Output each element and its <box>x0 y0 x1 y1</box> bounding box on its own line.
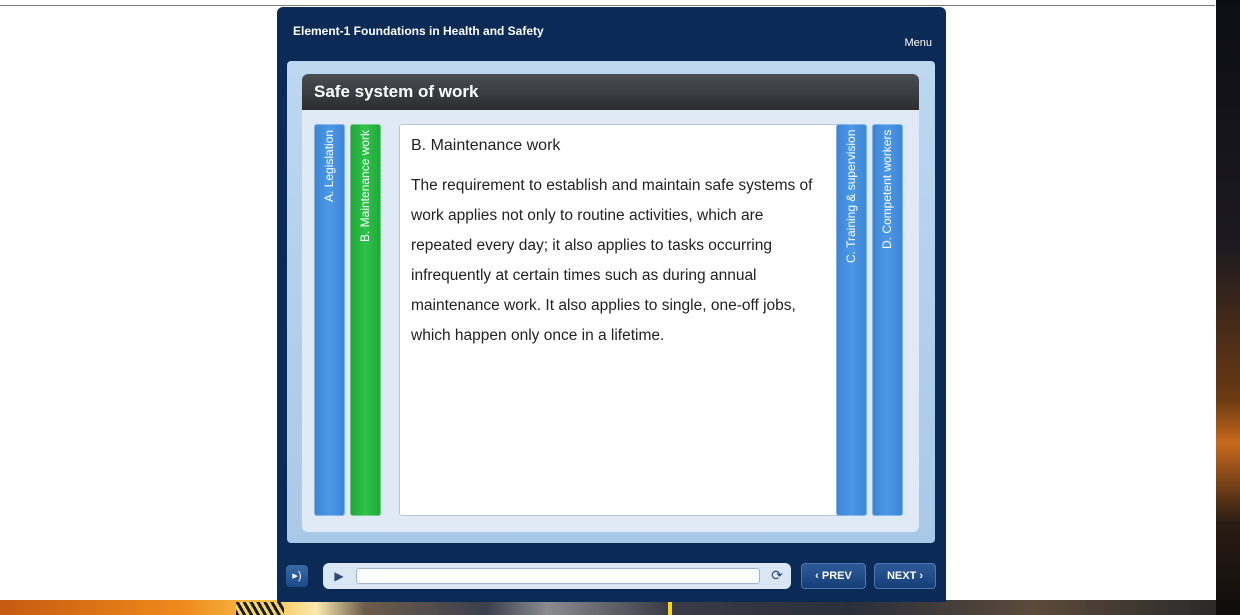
speaker-icon: ▸) <box>292 570 302 582</box>
background-image-bottom <box>0 600 1216 615</box>
slide-stage: Safe system of work A. Legislation B. Ma… <box>287 61 935 543</box>
seek-bar-container: ▶ ⟳ <box>323 563 791 589</box>
slide-panel: Safe system of work A. Legislation B. Ma… <box>302 74 919 532</box>
playback-controls: ▸) ▶ ⟳ ‹ PREV NEXT › <box>277 555 946 602</box>
tab-maintenance-work[interactable]: B. Maintenance work <box>350 124 381 516</box>
play-icon: ▶ <box>334 569 344 583</box>
play-button[interactable]: ▶ <box>331 568 347 584</box>
replay-button[interactable]: ⟳ <box>769 567 785 583</box>
background-hazard-stripes <box>236 602 284 615</box>
content-heading: B. Maintenance work <box>411 137 561 154</box>
tab-training-supervision[interactable]: C. Training & supervision <box>836 124 867 516</box>
slide-title: Safe system of work <box>314 82 479 101</box>
background-yellow-post <box>668 600 672 615</box>
menu-button[interactable]: Menu <box>904 37 932 49</box>
tab-label: B. Maintenance work <box>358 130 372 243</box>
replay-icon: ⟳ <box>771 567 783 583</box>
content-panel: B. Maintenance work The requirement to e… <box>399 124 843 516</box>
volume-button[interactable]: ▸) <box>286 565 308 587</box>
next-button[interactable]: NEXT › <box>874 563 936 589</box>
slide-header: Safe system of work <box>302 74 919 110</box>
prev-button[interactable]: ‹ PREV <box>801 563 866 589</box>
tab-label: D. Competent workers <box>880 130 894 250</box>
tab-label: C. Training & supervision <box>844 130 858 264</box>
top-divider <box>0 5 1215 6</box>
tab-label: A. Legislation <box>322 130 336 203</box>
background-image-right <box>1216 0 1240 615</box>
course-player: Element-1 Foundations in Health and Safe… <box>277 7 946 602</box>
progress-track[interactable] <box>356 568 760 584</box>
course-title: Element-1 Foundations in Health and Safe… <box>293 24 544 38</box>
tab-competent-workers[interactable]: D. Competent workers <box>872 124 903 516</box>
content-body: The requirement to establish and maintai… <box>411 177 813 344</box>
tab-legislation[interactable]: A. Legislation <box>314 124 345 516</box>
